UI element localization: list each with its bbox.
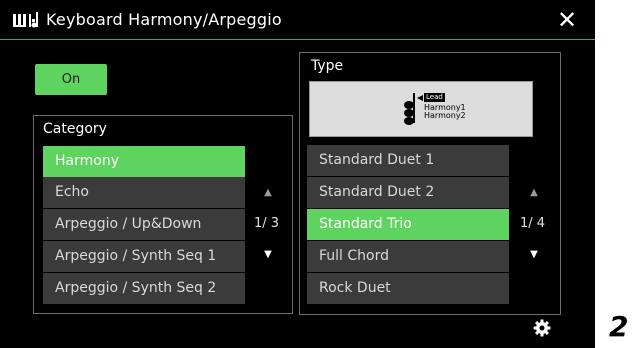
type-page-indicator: 1/ 4	[520, 216, 546, 231]
category-item-arpeggio-up-down[interactable]: Arpeggio / Up&Down	[43, 209, 245, 240]
callout-line	[551, 326, 593, 328]
category-scroll-down-button[interactable]: ▼	[258, 249, 278, 260]
type-item-standard-duet-1[interactable]: Standard Duet 1	[307, 145, 509, 176]
category-item-echo[interactable]: Echo	[43, 177, 245, 208]
keyboard-icon	[13, 12, 38, 28]
category-scroll-up-button[interactable]: ▲	[258, 187, 278, 198]
category-label: Category	[43, 121, 107, 137]
title-bar: Keyboard Harmony/Arpeggio ✕	[0, 0, 595, 40]
type-label: Type	[311, 58, 344, 74]
callout-number: 2	[609, 310, 629, 343]
category-item-arpeggio-synth-seq-1[interactable]: Arpeggio / Synth Seq 1	[43, 241, 245, 272]
type-item-full-chord[interactable]: Full Chord	[307, 241, 509, 272]
type-item-rock-duet[interactable]: Rock Duet	[307, 273, 509, 304]
notes-icon	[404, 93, 423, 125]
type-item-standard-trio[interactable]: Standard Trio	[307, 209, 509, 240]
preview-lead-tag: Lead	[424, 93, 445, 102]
preview-harmony2: Harmony2	[424, 111, 466, 120]
close-button[interactable]: ✕	[553, 6, 581, 34]
category-page-indicator: 1/ 3	[254, 216, 280, 231]
type-item-standard-duet-2[interactable]: Standard Duet 2	[307, 177, 509, 208]
gear-icon[interactable]	[533, 319, 551, 337]
screen: Keyboard Harmony/Arpeggio ✕ On Category …	[0, 0, 595, 348]
close-icon: ✕	[556, 6, 578, 34]
category-item-harmony[interactable]: Harmony	[43, 146, 245, 177]
type-scroll-down-button[interactable]: ▼	[524, 249, 544, 260]
type-preview-image: Lead Harmony1 Harmony2	[309, 81, 533, 137]
type-scroll-up-button[interactable]: ▲	[524, 187, 544, 198]
category-item-arpeggio-synth-seq-2[interactable]: Arpeggio / Synth Seq 2	[43, 273, 245, 304]
on-button[interactable]: On	[35, 64, 107, 95]
window-title: Keyboard Harmony/Arpeggio	[46, 10, 282, 29]
